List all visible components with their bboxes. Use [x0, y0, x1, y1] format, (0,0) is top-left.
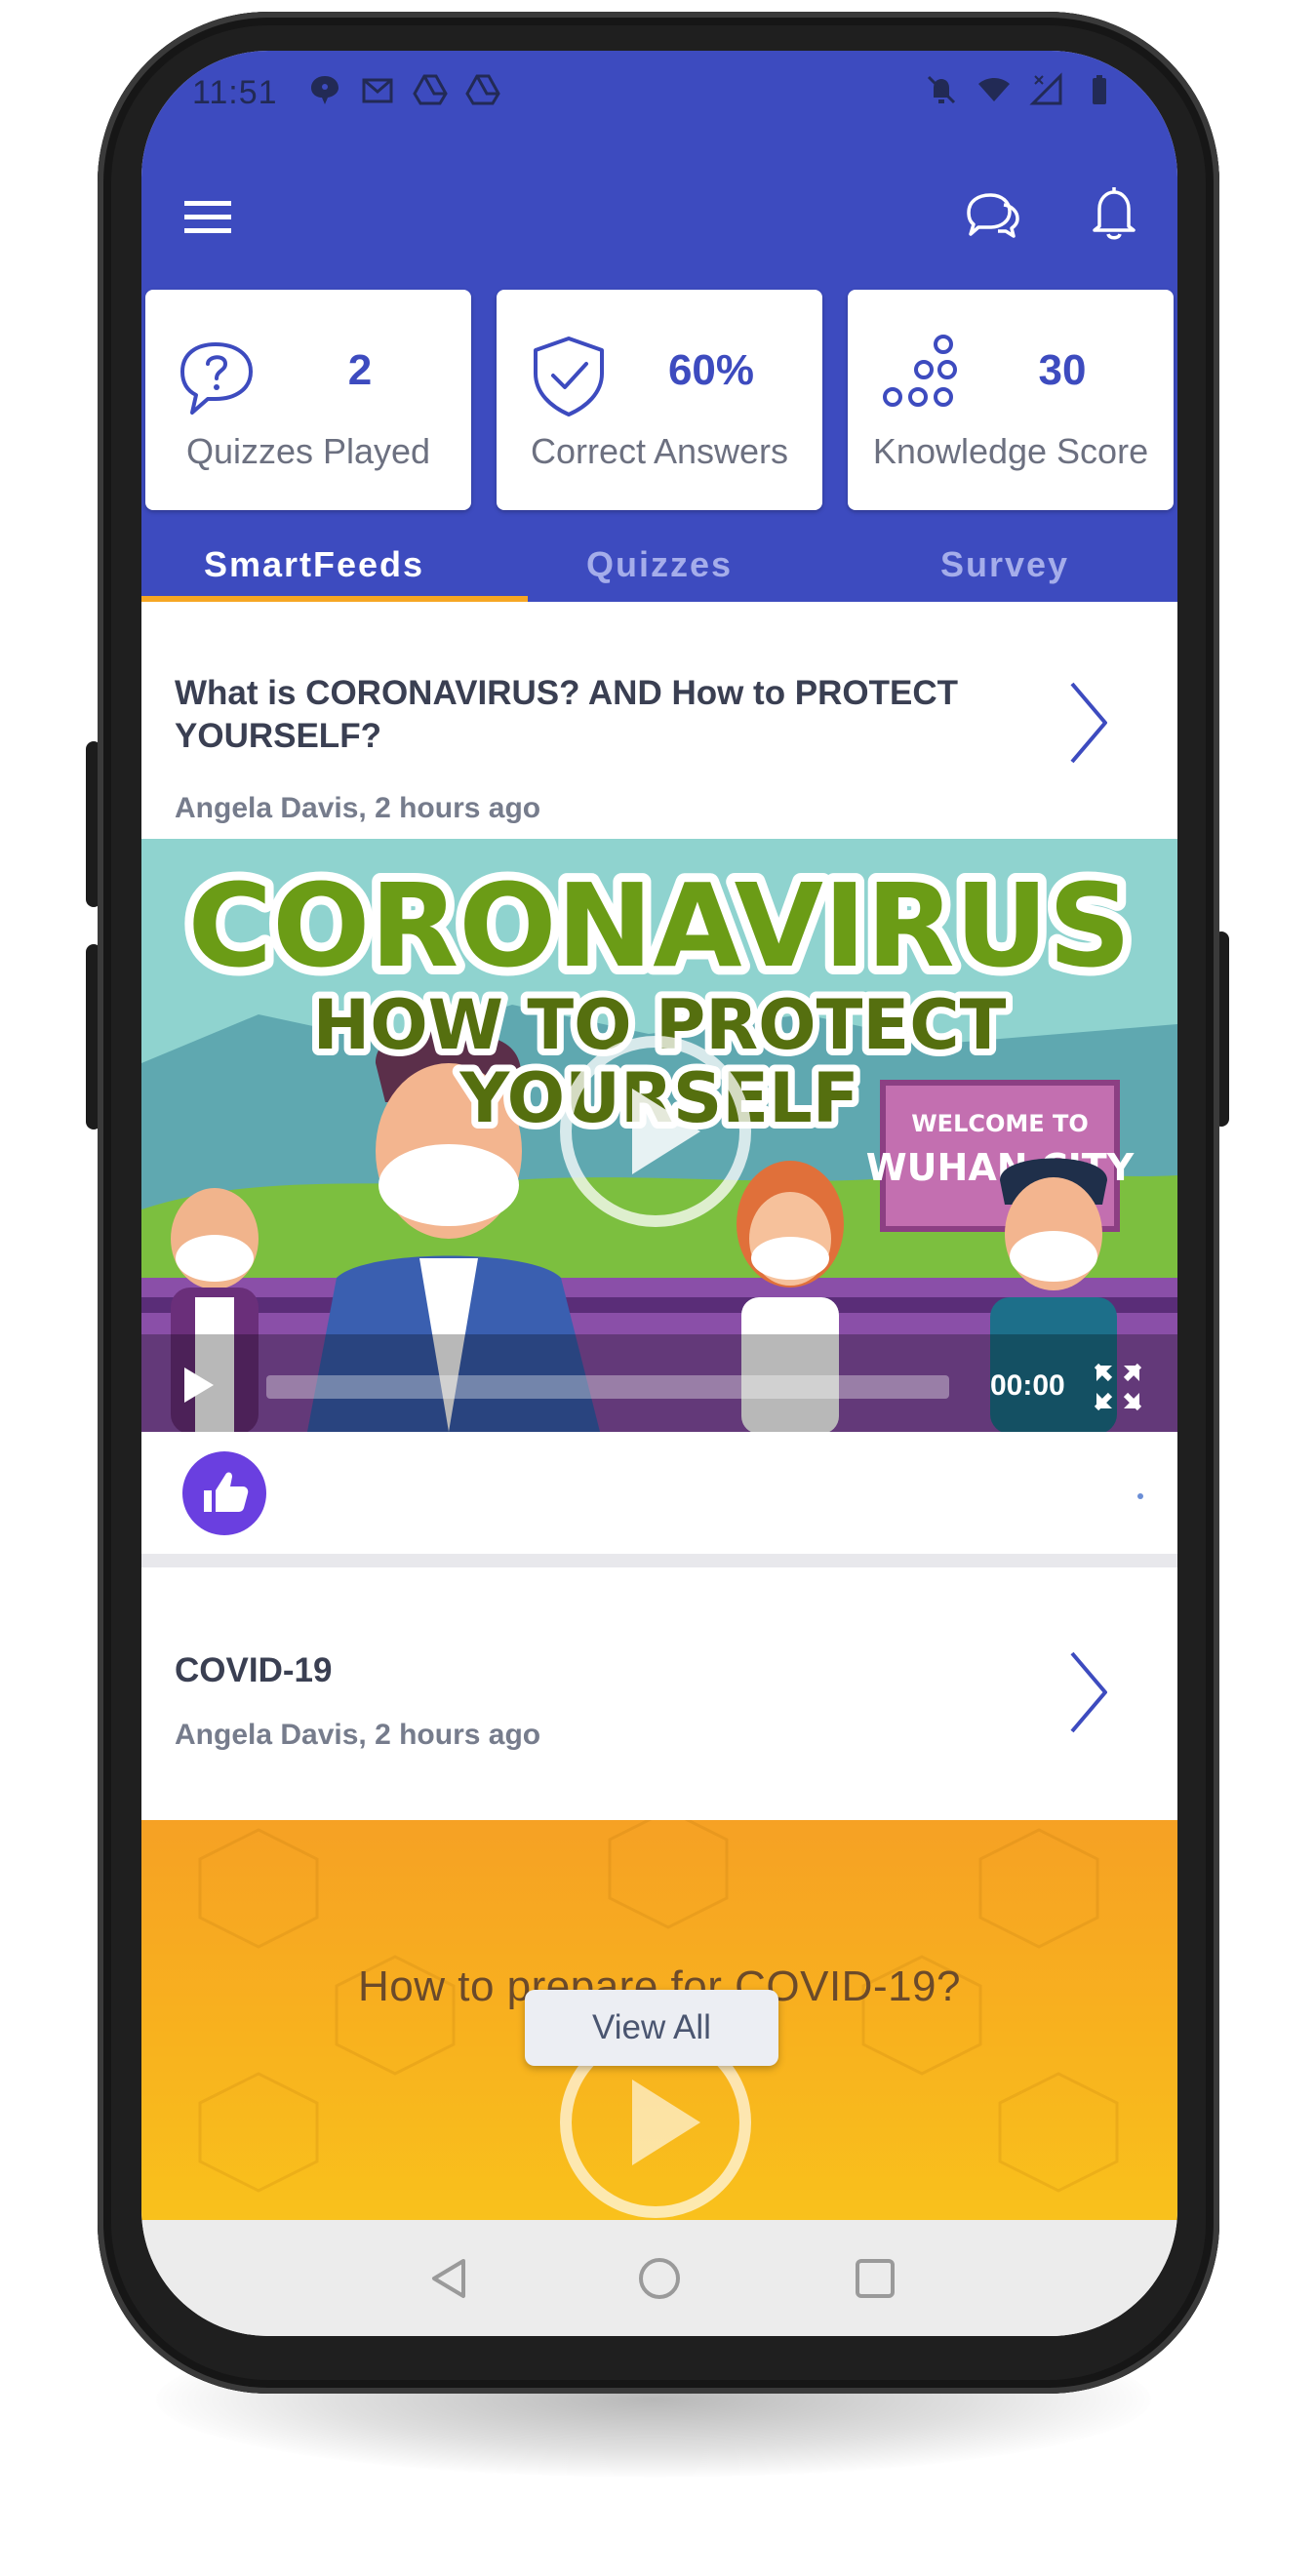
play-overlay-icon[interactable] [558, 1034, 753, 1229]
feed-item[interactable]: What is CORONAVIRUS? AND How to PROTECT … [141, 602, 1177, 839]
feed-item[interactable]: COVID-19 Angela Davis, 2 hours ago [141, 1567, 1177, 1820]
drive-icon [465, 74, 500, 105]
tab-survey[interactable]: Survey [832, 531, 1177, 602]
stat-card-correct-answers[interactable]: 60% Correct Answers [497, 290, 822, 510]
stat-value: 30 [1038, 346, 1087, 394]
stat-label: Quizzes Played [185, 431, 431, 471]
video-player[interactable]: WELCOME TO WUHAN CITY CORONAVIRUS CORONA… [141, 839, 1177, 1432]
fullscreen-icon[interactable] [1093, 1362, 1143, 1412]
video-time: 00:00 [990, 1369, 1065, 1402]
tab-quizzes[interactable]: Quizzes [487, 531, 832, 602]
feed-title: What is CORONAVIRUS? AND How to PROTECT … [175, 674, 959, 755]
system-nav-bar [141, 2220, 1177, 2336]
phone-screen: 11:51 2 Quizzes Played 60% Correct Answe… [141, 51, 1177, 2336]
wifi-icon [978, 78, 1010, 101]
indicator-dot [1137, 1493, 1143, 1499]
video-headline: CORONAVIRUS [187, 858, 1131, 993]
shield-check-icon [534, 337, 604, 416]
view-all-button[interactable]: View All [525, 1990, 778, 2066]
chevron-right-icon[interactable] [1058, 1645, 1117, 1743]
question-bubble-icon [180, 342, 253, 415]
chevron-right-icon[interactable] [1058, 676, 1117, 773]
stat-label: Correct Answers [530, 431, 789, 471]
play-icon[interactable] [177, 1364, 219, 1407]
stat-value: 2 [347, 346, 373, 394]
thumbs-up-icon [204, 1472, 249, 1512]
sign-line-1: WELCOME TO [911, 1110, 1089, 1137]
video-controls: 00:00 [141, 1334, 1177, 1432]
status-bar: 11:51 [141, 51, 1177, 129]
drive-icon [413, 74, 448, 105]
stat-card-quizzes-played[interactable]: 2 Quizzes Played [145, 290, 471, 510]
stat-value: 60% [667, 346, 755, 394]
app-header: 11:51 2 Quizzes Played 60% Correct Answe… [141, 51, 1177, 602]
no-signal-icon [1029, 72, 1062, 105]
bell-off-icon [927, 75, 956, 104]
chat-bubbles-icon[interactable] [961, 183, 1023, 246]
menu-icon[interactable] [179, 187, 237, 246]
like-button[interactable] [182, 1451, 266, 1535]
battery-icon [1093, 75, 1106, 104]
tab-smartfeeds[interactable]: SmartFeeds [141, 531, 487, 602]
feed-meta: Angela Davis, 2 hours ago [175, 792, 541, 824]
feed-meta: Angela Davis, 2 hours ago [175, 1719, 541, 1751]
chat-notification-icon [311, 76, 339, 104]
recents-icon[interactable] [850, 2253, 900, 2304]
tab-bar: SmartFeeds Quizzes Survey [141, 531, 1177, 602]
home-icon[interactable] [634, 2253, 685, 2304]
stat-label: Knowledge Score [872, 431, 1149, 471]
back-icon[interactable] [424, 2253, 475, 2304]
video-progress-bar[interactable] [266, 1375, 949, 1399]
bell-icon[interactable] [1088, 181, 1140, 244]
feed-title: COVID-19 [175, 1651, 333, 1689]
divider [141, 1554, 1177, 1567]
gmail-icon [362, 78, 393, 103]
reaction-row [141, 1432, 1177, 1554]
status-time: 11:51 [192, 74, 278, 111]
stat-card-knowledge-score[interactable]: 30 Knowledge Score [848, 290, 1174, 510]
circles-pyramid-icon [883, 335, 957, 407]
